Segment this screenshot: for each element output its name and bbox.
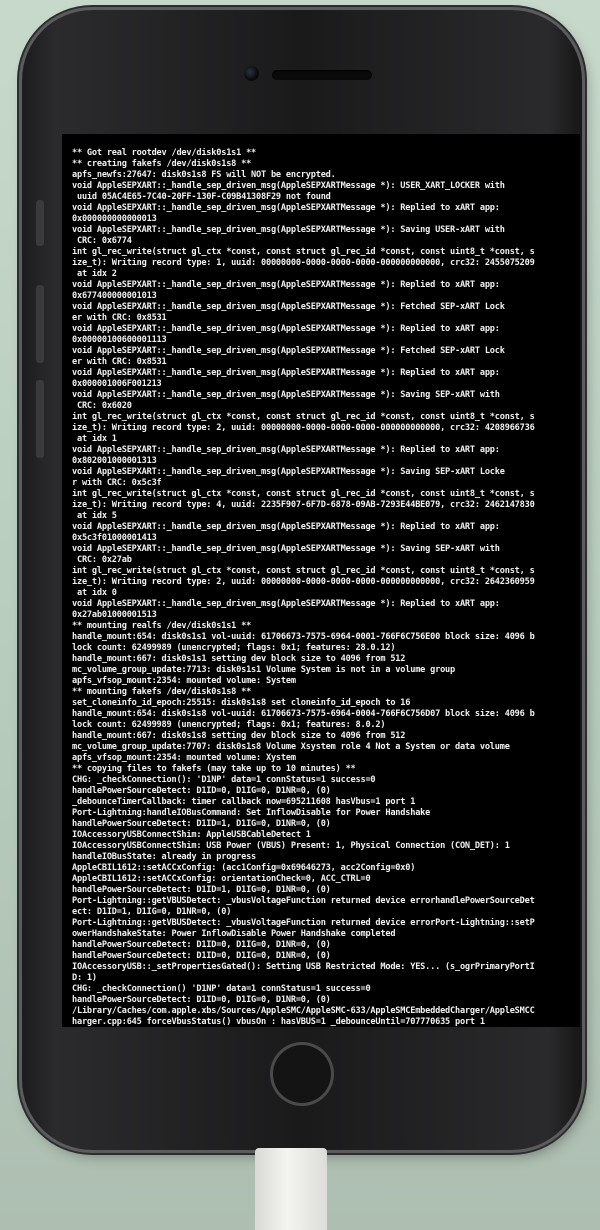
phone-body: ** Got real rootdev /dev/disk0s1s1 ** ** …: [22, 10, 582, 1150]
log-line: at idx 5: [72, 511, 117, 521]
log-line: CHG: _checkConnection(): 'D1NP' data=1 c…: [72, 775, 376, 785]
log-line: ** mounting fakefs /dev/disk0s1s8 **: [72, 687, 252, 697]
log-line: D: 1): [72, 973, 97, 983]
log-line: handlePowerSourceDetect: D1ID=1, D1IG=0,…: [72, 885, 331, 895]
log-line: int gl_rec_write(struct gl_ctx *const, c…: [72, 412, 535, 422]
log-line: void AppleSEPXART::_handle_sep_driven_ms…: [72, 599, 500, 609]
log-line: void AppleSEPXART::_handle_sep_driven_ms…: [72, 225, 505, 235]
log-line: mc_volume_group_update:7713: disk0s1s1 V…: [72, 665, 455, 675]
log-line: handleIOBusState: already in progress: [72, 852, 257, 862]
log-line: ize_t): Writing record type: 1, uuid: 00…: [72, 258, 535, 268]
log-line: CHG: _checkConnection() 'D1NP' data=1 co…: [72, 984, 371, 994]
log-line: ize_t): Writing record type: 4, uuid: 22…: [72, 500, 535, 510]
front-camera-icon: [244, 66, 259, 81]
log-line: int gl_rec_write(struct gl_ctx *const, c…: [72, 489, 535, 499]
log-line: er with CRC: 0x8531: [72, 357, 167, 367]
log-line: CRC: 0x6020: [72, 401, 132, 411]
log-line: handle_mount:667: disk0s1s1 setting dev …: [72, 654, 406, 664]
log-line: handle_mount:667: disk0s1s8 setting dev …: [72, 731, 406, 741]
log-line: 0x000001006F001213: [72, 379, 162, 389]
log-line: ** Got real rootdev /dev/disk0s1s1 **: [72, 148, 257, 158]
log-line: IOAccessoryUSBConnectShim: USB Power (VB…: [72, 841, 510, 851]
log-line: lock count: 62499989 (unencrypted; flags…: [72, 643, 396, 653]
log-line: void AppleSEPXART::_handle_sep_driven_ms…: [72, 280, 500, 290]
home-button-icon[interactable]: [273, 1045, 331, 1103]
log-line: void AppleSEPXART::_handle_sep_driven_ms…: [72, 467, 505, 477]
log-line: ** copying files to fakefs (may take up …: [72, 764, 356, 774]
log-line: handlePowerSourceDetect: D1ID=0, D1IG=0,…: [72, 940, 331, 950]
log-line: harger.cpp:645 forceVbusStatus() vbusOn …: [72, 1017, 485, 1027]
volume-down-button: [36, 380, 44, 458]
log-line: handle_mount:654: disk0s1s1 vol-uuid: 61…: [72, 632, 535, 642]
log-line: Port-Lightning::getVBUSDetect: _vbusVolt…: [72, 896, 535, 906]
log-line: er with CRC: 0x8531: [72, 313, 167, 323]
log-line: 0x5c3f01000001413: [72, 533, 157, 543]
log-line: uuid 05AC4E65-7C40-20FF-130F-C09B41308F2…: [72, 192, 331, 202]
lightning-cable: [255, 1148, 327, 1230]
log-line: void AppleSEPXART::_handle_sep_driven_ms…: [72, 324, 500, 334]
log-line: at idx 2: [72, 269, 117, 279]
log-line: ect: D1ID=1, D1IG=0, D1NR=0, (0): [72, 907, 232, 917]
log-line: handlePowerSourceDetect: D1ID=1, D1IG=0,…: [72, 819, 331, 829]
boot-log: ** Got real rootdev /dev/disk0s1s1 ** ** …: [72, 148, 576, 1027]
log-line: IOAccessoryUSBConnectShim: AppleUSBCable…: [72, 830, 311, 840]
log-line: Port-Lightning::getVBUSDetect: _vbusVolt…: [72, 918, 535, 928]
log-line: handlePowerSourceDetect: D1ID=0, D1IG=0,…: [72, 786, 331, 796]
log-line: mc_volume_group_update:7707: disk0s1s8 V…: [72, 742, 510, 752]
log-line: 0x802001000001313: [72, 456, 157, 466]
log-line: ** creating fakefs /dev/disk0s1s8 **: [72, 159, 252, 169]
log-line: lock count: 62499989 (unencrypted; flags…: [72, 720, 386, 730]
boot-log-screen: ** Got real rootdev /dev/disk0s1s1 ** ** …: [62, 134, 580, 1027]
log-line: handlePowerSourceDetect: D1ID=0, D1IG=0,…: [72, 995, 331, 1005]
log-line: void AppleSEPXART::_handle_sep_driven_ms…: [72, 203, 500, 213]
log-line: void AppleSEPXART::_handle_sep_driven_ms…: [72, 445, 500, 455]
log-line: int gl_rec_write(struct gl_ctx *const, c…: [72, 247, 535, 257]
log-line: void AppleSEPXART::_handle_sep_driven_ms…: [72, 302, 505, 312]
log-line: owerHandshakeState: Power InflowDisable …: [72, 929, 396, 939]
log-line: Port-Lightning:handleIOBusCommand: Set I…: [72, 808, 431, 818]
log-line: CRC: 0x27ab: [72, 555, 132, 565]
log-line: IOAccessoryUSB::_setPropertiesGated(): S…: [72, 962, 535, 972]
log-line: set_cloneinfo_id_epoch:25515: disk0s1s8 …: [72, 698, 411, 708]
log-line: CRC: 0x6774: [72, 236, 132, 246]
log-line: at idx 1: [72, 434, 117, 444]
log-line: 0x27ab01000001513: [72, 610, 157, 620]
log-line: ** mounting realfs /dev/disk0s1s1 **: [72, 621, 252, 631]
log-line: handlePowerSourceDetect: D1ID=0, D1IG=0,…: [72, 951, 331, 961]
log-line: r with CRC: 0x5c3f: [72, 478, 162, 488]
log-line: 0x00000100600001113: [72, 335, 167, 345]
log-line: int gl_rec_write(struct gl_ctx *const, c…: [72, 566, 535, 576]
log-line: at idx 0: [72, 588, 117, 598]
log-line: ize_t): Writing record type: 2, uuid: 00…: [72, 577, 535, 587]
volume-up-button: [36, 285, 44, 363]
log-line: void AppleSEPXART::_handle_sep_driven_ms…: [72, 544, 500, 554]
log-line: 0x677400000001013: [72, 291, 157, 301]
log-line: handle_mount:654: disk0s1s8 vol-uuid: 61…: [72, 709, 535, 719]
log-line: ize_t): Writing record type: 2, uuid: 00…: [72, 423, 535, 433]
log-line: AppleCBIL1612::setACCxConfig: (acc1Confi…: [72, 863, 416, 873]
log-line: void AppleSEPXART::_handle_sep_driven_ms…: [72, 522, 500, 532]
log-line: void AppleSEPXART::_handle_sep_driven_ms…: [72, 181, 505, 191]
mute-switch: [36, 200, 44, 246]
earpiece-speaker: [272, 70, 372, 80]
log-line: void AppleSEPXART::_handle_sep_driven_ms…: [72, 390, 500, 400]
log-line: AppleCBIL1612::setACCxConfig: orientatio…: [72, 874, 371, 884]
log-line: void AppleSEPXART::_handle_sep_driven_ms…: [72, 346, 505, 356]
log-line: apfs_newfs:27647: disk0s1s8 FS will NOT …: [72, 170, 336, 180]
log-line: 0x000000000000013: [72, 214, 157, 224]
log-line: apfs_vfsop_mount:2354: mounted volume: X…: [72, 753, 296, 763]
log-line: apfs_vfsop_mount:2354: mounted volume: S…: [72, 676, 296, 686]
log-line: void AppleSEPXART::_handle_sep_driven_ms…: [72, 368, 500, 378]
log-line: /Library/Caches/com.apple.xbs/Sources/Ap…: [72, 1006, 535, 1016]
log-line: _debounceTimerCallback: timer callback n…: [72, 797, 416, 807]
